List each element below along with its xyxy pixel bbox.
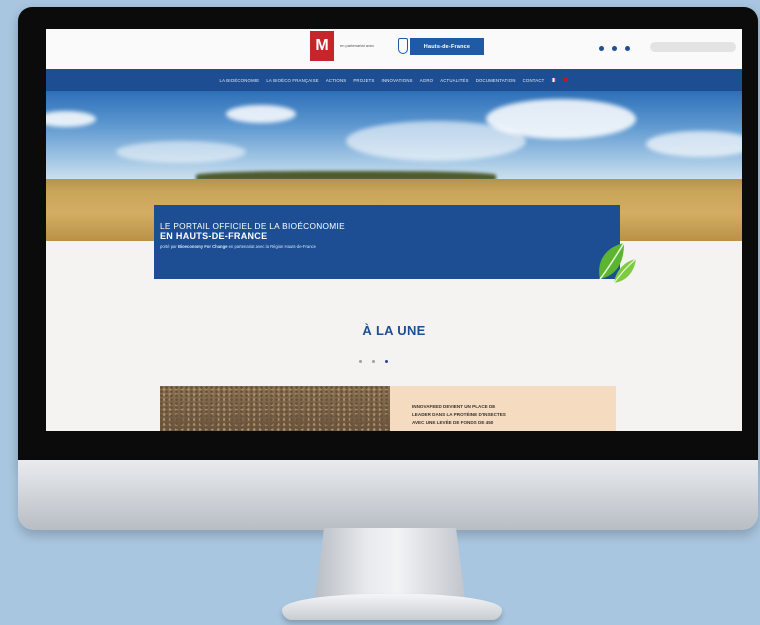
section-title: À LA UNE (362, 323, 426, 338)
flag-en-icon[interactable] (563, 78, 569, 82)
hero-title: LE PORTAIL OFFICIEL DE LA BIOÉCONOMIE (160, 221, 345, 231)
social-icon[interactable] (612, 46, 617, 51)
region-emblem-icon (398, 38, 408, 54)
card-headline-line[interactable]: avec une levée de fonds de 450 (412, 419, 616, 427)
nav-item[interactable]: Agro (420, 78, 433, 83)
site-header: M en partenariat avec Hauts-de-France (46, 29, 742, 69)
card-body: Innovafeed devient un place de leader da… (390, 386, 616, 431)
featured-card[interactable]: Innovafeed devient un place de leader da… (160, 386, 616, 431)
monitor-chin (18, 460, 758, 530)
cloud (46, 111, 96, 127)
cloud (116, 141, 246, 163)
hero-banner: LE PORTAIL OFFICIEL DE LA BIOÉCONOMIE EN… (154, 205, 620, 279)
leaf-icon (599, 242, 637, 284)
region-badge[interactable]: Hauts-de-France (410, 38, 484, 55)
nav-item[interactable]: La bioéconomie (220, 78, 260, 83)
social-icon[interactable] (625, 46, 630, 51)
monitor-screen: M en partenariat avec Hauts-de-France La… (46, 29, 742, 431)
nav-item[interactable]: Innovations (382, 78, 413, 83)
carousel-dot[interactable] (372, 360, 375, 363)
carousel-dot[interactable] (359, 360, 362, 363)
nav-item[interactable]: Contact (523, 78, 545, 83)
nav-item[interactable]: Projets (353, 78, 374, 83)
carousel-dot-active[interactable] (385, 360, 388, 363)
cloud (486, 99, 636, 139)
monitor-stand-base (282, 594, 502, 620)
monitor-stand-neck (315, 528, 465, 600)
tagline-suffix: en partenariat avec la Région Hauts-de-F… (228, 244, 316, 249)
social-icon[interactable] (599, 46, 604, 51)
card-headline-line[interactable]: leader dans la protéine d'insectes (412, 411, 616, 419)
cloud (646, 131, 742, 157)
card-headline-line[interactable]: Innovafeed devient un place de (412, 403, 616, 411)
main-nav: La bioéconomie La bioéco française Actio… (46, 69, 742, 91)
hero-subtitle: EN HAUTS-DE-FRANCE (160, 231, 268, 241)
card-image[interactable] (160, 386, 390, 431)
flag-fr-icon[interactable] (551, 78, 557, 82)
logo-icon[interactable]: M (310, 31, 334, 61)
partner-text: en partenariat avec (340, 43, 375, 48)
tagline-brand[interactable]: Bioeconomy For Change (178, 244, 228, 249)
carousel-dots (359, 360, 388, 363)
nav-item[interactable]: La bioéco française (266, 78, 319, 83)
nav-item[interactable]: Documentation (476, 78, 516, 83)
nav-item[interactable]: Actualités (440, 78, 469, 83)
hero-tagline: porté par Bioeconomy For Change en parte… (160, 244, 620, 249)
cloud (226, 105, 296, 123)
nav-item[interactable]: Actions (326, 78, 347, 83)
tagline-prefix: porté par (160, 244, 177, 249)
search-input[interactable] (650, 42, 736, 52)
